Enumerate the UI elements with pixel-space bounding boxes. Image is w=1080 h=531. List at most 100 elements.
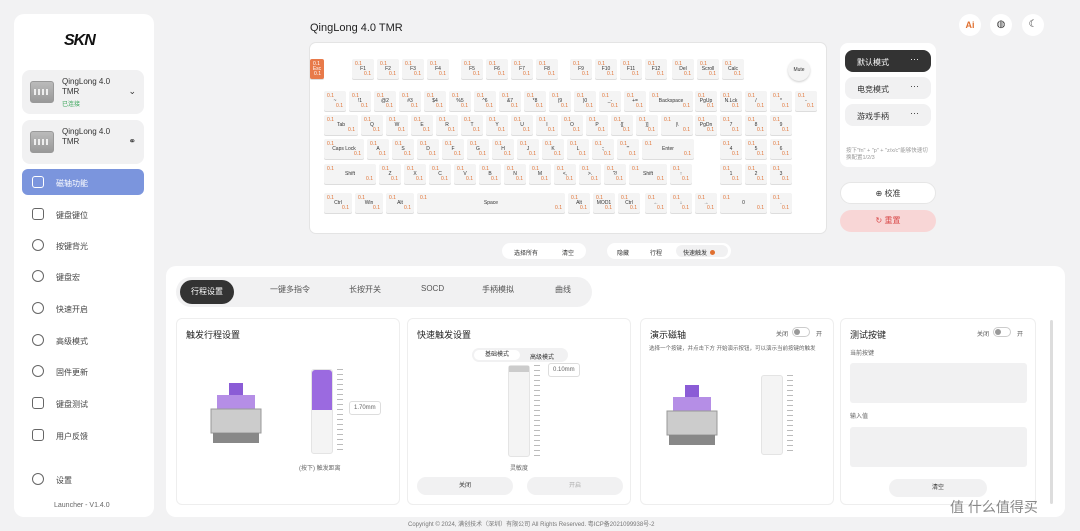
key-[interactable]: 0.1 → 0.1: [695, 193, 717, 213]
key-2[interactable]: 0.1 @2 0.1: [374, 91, 396, 111]
key-nlck[interactable]: 0.1 N.Lck 0.1: [720, 91, 742, 111]
key-f2[interactable]: 0.1 F2 0.1: [377, 59, 399, 79]
key-scroll[interactable]: 0.1 Scroll 0.1: [697, 59, 719, 79]
key-f10[interactable]: 0.1 F10 0.1: [595, 59, 617, 79]
key-f[interactable]: 0.1 F 0.1: [442, 139, 464, 159]
key-f12[interactable]: 0.1 F12 0.1: [645, 59, 667, 79]
key-[interactable]: 0.1:; 0.1: [592, 139, 614, 159]
sidebar-item-test[interactable]: 键盘测试: [22, 390, 144, 416]
mute-knob[interactable]: Mute: [788, 59, 810, 81]
key-7[interactable]: 0.1 &7 0.1: [499, 91, 521, 111]
demo-toggle[interactable]: 关闭开: [776, 327, 822, 338]
key-a[interactable]: 0.1 A 0.1: [367, 139, 389, 159]
link-icon[interactable]: ⚭: [128, 136, 136, 147]
key-4[interactable]: 0.1 $4 0.1: [424, 91, 446, 111]
sidebar-item-advanced[interactable]: 高级模式: [22, 327, 144, 353]
key-t[interactable]: 0.1 T 0.1: [461, 115, 483, 135]
key-z[interactable]: 0.1 Z 0.1: [379, 164, 401, 184]
key-m[interactable]: 0.1 M 0.1: [529, 164, 551, 184]
key-8[interactable]: 0.1 8 0.1: [745, 115, 767, 135]
key-[interactable]: 0.1}] 0.1: [636, 115, 658, 135]
key-6[interactable]: 0.1 ^6 0.1: [474, 91, 496, 111]
key-[interactable]: 0.1 "' 0.1: [617, 139, 639, 159]
key-3[interactable]: 0.1 #3 0.1: [399, 91, 421, 111]
clear-button[interactable]: 清空: [889, 479, 987, 497]
key-w[interactable]: 0.1 W 0.1: [386, 115, 408, 135]
more-icon[interactable]: ···: [910, 54, 919, 64]
tab-curve[interactable]: 曲线: [555, 284, 571, 295]
tab-travel[interactable]: 行程设置: [180, 280, 234, 304]
scrollbar[interactable]: [1050, 320, 1053, 504]
device-card-second[interactable]: QingLong 4.0 TMR ⚭: [22, 120, 144, 164]
key-r[interactable]: 0.1 R 0.1: [436, 115, 458, 135]
key-g[interactable]: 0.1 G 0.1: [467, 139, 489, 159]
key-o[interactable]: 0.1 O 0.1: [561, 115, 583, 135]
key-esc[interactable]: 0.1 Esc 0.1: [310, 59, 324, 79]
key-p[interactable]: 0.1 P 0.1: [586, 115, 608, 135]
mode-gamepad[interactable]: 游戏手柄 ···: [845, 104, 931, 126]
key-4[interactable]: 0.1 4 0.1: [720, 139, 742, 159]
key-b[interactable]: 0.1 B 0.1: [479, 164, 501, 184]
key-0[interactable]: 0.1 0 0.1: [720, 193, 767, 213]
key-s[interactable]: 0.1 S 0.1: [392, 139, 414, 159]
key-f9[interactable]: 0.1 F9 0.1: [570, 59, 592, 79]
trigger-slider[interactable]: [311, 369, 333, 454]
key-0[interactable]: 0.1)0 0.1: [574, 91, 596, 111]
reset-button[interactable]: ↻ 重置: [840, 210, 936, 232]
key-d[interactable]: 0.1 D 0.1: [417, 139, 439, 159]
tab-socd[interactable]: SOCD: [421, 284, 444, 293]
key-alt[interactable]: 0.1 Alt 0.1: [386, 193, 414, 213]
key-f5[interactable]: 0.1 F5 0.1: [461, 59, 483, 79]
key-u[interactable]: 0.1 U 0.1: [511, 115, 533, 135]
sidebar-item-feedback[interactable]: 用户反馈: [22, 422, 144, 448]
key-5[interactable]: 0.1 %5 0.1: [449, 91, 471, 111]
key-l[interactable]: 0.1 L 0.1: [567, 139, 589, 159]
key-f8[interactable]: 0.1 F8 0.1: [536, 59, 558, 79]
key-pgup[interactable]: 0.1 PgUp 0.1: [695, 91, 717, 111]
sidebar-item-backlight[interactable]: 按键背光: [22, 232, 144, 258]
sidebar-item-keymap[interactable]: 键盘键位: [22, 201, 144, 227]
advanced-mode-button[interactable]: 高级模式: [530, 352, 554, 361]
key-[interactable]: 0.1 * 0.1: [770, 91, 792, 111]
key-mod1[interactable]: 0.1 MOD1 0.1: [593, 193, 615, 213]
more-icon[interactable]: ···: [910, 81, 919, 91]
key-[interactable]: 0.1 _- 0.1: [599, 91, 621, 111]
key-[interactable]: 0.1{[0.1: [611, 115, 633, 135]
toggle-switch[interactable]: [993, 327, 1011, 337]
key-2[interactable]: 0.1 2 0.1: [745, 164, 767, 184]
key-[interactable]: 0.1 += 0.1: [624, 91, 646, 111]
key-1[interactable]: 0.1 1 0.1: [720, 164, 742, 184]
key-capslock[interactable]: 0.1 Caps Lock 0.1: [324, 139, 364, 159]
key-backspace[interactable]: 0.1 Backspace 0.1: [649, 91, 693, 111]
travel-button[interactable]: 行程: [650, 248, 662, 257]
key-9[interactable]: 0.1 (9 0.1: [549, 91, 571, 111]
sidebar-item-macro[interactable]: 键盘宏: [22, 263, 144, 289]
key-k[interactable]: 0.1 K 0.1: [542, 139, 564, 159]
calibrate-button[interactable]: ⊕ 校准: [840, 182, 936, 204]
key-f3[interactable]: 0.1 F3 0.1: [402, 59, 424, 79]
more-icon[interactable]: ···: [910, 108, 919, 118]
key-q[interactable]: 0.1 Q 0.1: [361, 115, 383, 135]
key-[interactable]: 0.1 |\ 0.1: [661, 115, 693, 135]
basic-mode-button[interactable]: 基础模式: [474, 350, 520, 360]
key-[interactable]: 0.1 ~0.1: [324, 91, 346, 111]
key-[interactable]: 0.1 ?/0.1: [604, 164, 626, 184]
key-ctrl[interactable]: 0.1 Ctrl 0.1: [324, 193, 352, 213]
sidebar-item-firmware[interactable]: 固件更新: [22, 358, 144, 384]
hide-button[interactable]: 隐藏: [617, 248, 629, 257]
key-8[interactable]: 0.1 *8 0.1: [524, 91, 546, 111]
key-c[interactable]: 0.1 C 0.1: [429, 164, 451, 184]
key-1[interactable]: 0.1 !1 0.1: [349, 91, 371, 111]
sidebar-item-settings[interactable]: 设置: [22, 466, 144, 492]
tab-multi-command[interactable]: 一键多指令: [270, 284, 310, 295]
key-f11[interactable]: 0.1 F11 0.1: [620, 59, 642, 79]
input-value-field[interactable]: [850, 427, 1027, 467]
key-ctrl[interactable]: 0.1 Ctrl 0.1: [618, 193, 640, 213]
key-space[interactable]: 0.1 Space 0.1: [417, 193, 565, 213]
rapid-trigger-toggle[interactable]: 快速触发: [676, 245, 728, 257]
device-card-connected[interactable]: QingLong 4.0 TMR 已连接 ⌄: [22, 70, 144, 114]
key-[interactable]: 0.1 <, 0.1: [554, 164, 576, 184]
key-[interactable]: 0.1 ↑ 0.1: [670, 164, 692, 184]
tab-gamepad[interactable]: 手柄模拟: [482, 284, 514, 295]
key-alt[interactable]: 0.1 Alt 0.1: [568, 193, 590, 213]
